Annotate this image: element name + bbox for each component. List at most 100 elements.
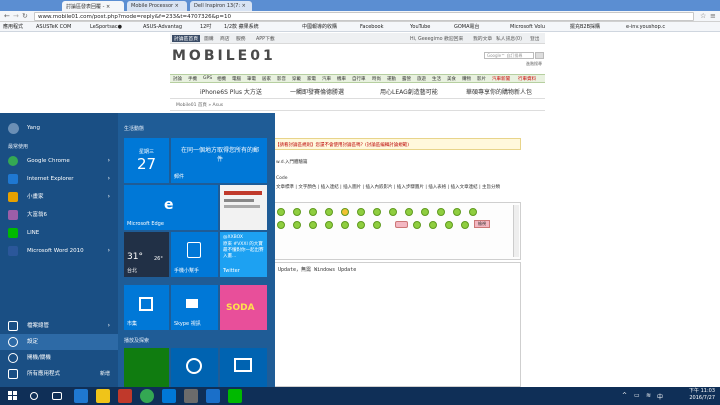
app-internet-explorer[interactable]: Internet Explorer › <box>0 171 118 187</box>
ime-indicator[interactable]: 中 <box>657 392 663 401</box>
search-input[interactable]: Google™ 自訂搜尋 <box>484 52 534 59</box>
chevron-right-icon[interactable]: › <box>108 243 110 259</box>
promo-link[interactable]: iPhone6S Plus 大方送 <box>200 87 262 96</box>
nav-groupbuy[interactable]: 團購 <box>204 35 214 42</box>
close-icon[interactable]: × <box>242 3 246 9</box>
category-item[interactable]: 穿戴 <box>292 76 301 82</box>
close-icon[interactable]: × <box>106 4 110 10</box>
bookmark-item[interactable]: 12吋 <box>200 23 211 31</box>
advanced-search-link[interactable]: 進階搜尋 <box>526 61 542 67</box>
category-item[interactable]: 時尚 <box>372 76 381 82</box>
emoji-icon[interactable] <box>373 208 381 216</box>
messages-link[interactable]: 私人訊息(0) <box>496 35 522 42</box>
emoji-icon[interactable] <box>293 221 301 229</box>
emoji-icon[interactable] <box>309 221 317 229</box>
user-name[interactable]: Yang <box>27 125 40 131</box>
emoji-icon[interactable] <box>389 208 397 216</box>
bookmark-item[interactable]: Microsoft Volu <box>510 23 545 31</box>
app-word[interactable]: Microsoft Word 2010 › <box>0 243 118 259</box>
emoji-icon[interactable] <box>309 208 317 216</box>
post-editor[interactable]: Update，無需 Windows Update <box>272 262 521 387</box>
my-posts-link[interactable]: 我的文章 <box>473 35 492 42</box>
file-explorer-icon[interactable] <box>96 389 110 403</box>
url-field[interactable]: www.mobile01.com/post.php?mode=reply&f=2… <box>34 12 694 21</box>
store-taskbar-icon[interactable] <box>162 389 176 403</box>
nav-forum-home[interactable]: 討論區首頁 <box>172 35 200 42</box>
emoji-icon[interactable] <box>421 208 429 216</box>
category-item[interactable]: GPS <box>203 76 212 81</box>
menu-icon[interactable]: ≡ <box>710 12 716 20</box>
emoji-icon[interactable] <box>413 221 421 229</box>
line-taskbar-icon[interactable] <box>228 389 242 403</box>
bookmark-item[interactable]: 1/2款 蘋果系統 <box>224 23 259 31</box>
edge-tile[interactable]: e Microsoft Edge <box>124 185 218 230</box>
candy-crush-tile[interactable]: SODA <box>220 285 267 330</box>
bookmark-item[interactable]: e-inv.youshop.c <box>626 23 718 31</box>
chrome-taskbar-icon[interactable] <box>140 389 154 403</box>
avatar[interactable] <box>8 123 19 134</box>
category-item[interactable]: 討論 <box>173 76 182 82</box>
screenshot-tile[interactable] <box>220 185 267 230</box>
movies-tile[interactable] <box>220 348 267 388</box>
bookmark-apps[interactable]: 應用程式 <box>3 23 23 31</box>
promo-link[interactable]: 華碩專享你的購物新人包 <box>466 87 545 96</box>
category-item[interactable]: 家電 <box>307 76 316 82</box>
logout-link[interactable]: 登出 <box>530 35 540 42</box>
emoji-icon[interactable] <box>405 208 413 216</box>
category-item[interactable]: 汽車新聞 <box>492 76 510 82</box>
emoji-icon[interactable] <box>357 208 365 216</box>
star-icon[interactable]: ☆ <box>700 12 706 20</box>
category-item[interactable]: 相機 <box>217 76 226 82</box>
category-item[interactable]: 美食 <box>447 76 456 82</box>
user-greeting[interactable]: Hi, Geeegimo 歡迎回來 <box>410 35 463 42</box>
settings-item[interactable]: 設定 <box>0 334 118 350</box>
groove-music-tile[interactable] <box>171 348 218 388</box>
emoji-icon[interactable] <box>395 221 408 228</box>
emoji-icon[interactable] <box>277 221 285 229</box>
tab-dell-inspiron[interactable]: Dell Inspiron 13(7: × <box>190 1 252 11</box>
category-item[interactable]: 機車 <box>337 76 346 82</box>
app-chrome[interactable]: Google Chrome › <box>0 153 118 169</box>
tab-mobile-processor[interactable]: Mobile Processor × <box>127 1 187 11</box>
chevron-right-icon[interactable]: › <box>108 189 110 205</box>
file-explorer-item[interactable]: 檔案總管 › <box>0 318 118 334</box>
category-item[interactable]: 購物 <box>462 76 471 82</box>
category-item[interactable]: 旅遊 <box>417 76 426 82</box>
nav-store[interactable]: 商店 <box>220 35 230 42</box>
bookmark-item[interactable]: ASUSTeK COM <box>36 23 71 31</box>
emoji-icon[interactable] <box>293 208 301 216</box>
category-item[interactable]: 生活 <box>432 76 441 82</box>
view-button[interactable]: 檢視 <box>474 220 490 228</box>
category-item[interactable]: 運動 <box>387 76 396 82</box>
back-icon[interactable]: ← <box>4 12 10 20</box>
tray-chevron-icon[interactable]: ^ <box>622 392 627 399</box>
emoji-icon[interactable] <box>453 208 461 216</box>
emoji-icon[interactable] <box>325 221 333 229</box>
skype-tile[interactable]: Skype 視訊 <box>171 285 218 330</box>
category-item[interactable]: 行車資料 <box>518 76 536 82</box>
category-item[interactable]: 電腦 <box>232 76 241 82</box>
app-line[interactable]: LINE <box>0 225 118 241</box>
close-icon[interactable]: × <box>175 3 179 9</box>
twitter-tile[interactable]: @XXBOX 原來 #VXXI 的大寶最不懂對你一起出賽入畫... Twitte… <box>220 232 267 277</box>
mail-tile[interactable]: 在同一個地方取得您所有的郵件 郵件 <box>171 138 267 183</box>
calendar-tile[interactable]: 星期三 27 <box>124 138 169 183</box>
emoji-icon[interactable] <box>373 221 381 229</box>
bookmark-item[interactable]: ASUS-Advantag <box>143 23 182 31</box>
emoji-icon[interactable] <box>437 208 445 216</box>
breadcrumb[interactable]: Mobile01 首頁 » Asus <box>176 102 223 108</box>
emoji-icon[interactable] <box>325 208 333 216</box>
nav-service[interactable]: 服務 <box>236 35 246 42</box>
category-item[interactable]: 居家 <box>262 76 271 82</box>
promo-link[interactable]: 一觸即發賽倫德勝選 <box>290 87 344 96</box>
search-icon[interactable] <box>535 52 544 59</box>
power-item[interactable]: 開機/關機 <box>0 350 118 366</box>
search-icon[interactable] <box>30 392 38 400</box>
category-item[interactable]: 露營 <box>402 76 411 82</box>
all-apps-item[interactable]: 所有應用程式 新增 <box>0 366 118 382</box>
emoji-icon[interactable] <box>277 208 285 216</box>
category-item[interactable]: 自行車 <box>352 76 366 82</box>
promo-link[interactable]: 用心LEAG創造藝可能 <box>380 87 438 96</box>
emoji-icon[interactable] <box>469 208 477 216</box>
app-taskbar-icon[interactable] <box>118 389 132 403</box>
